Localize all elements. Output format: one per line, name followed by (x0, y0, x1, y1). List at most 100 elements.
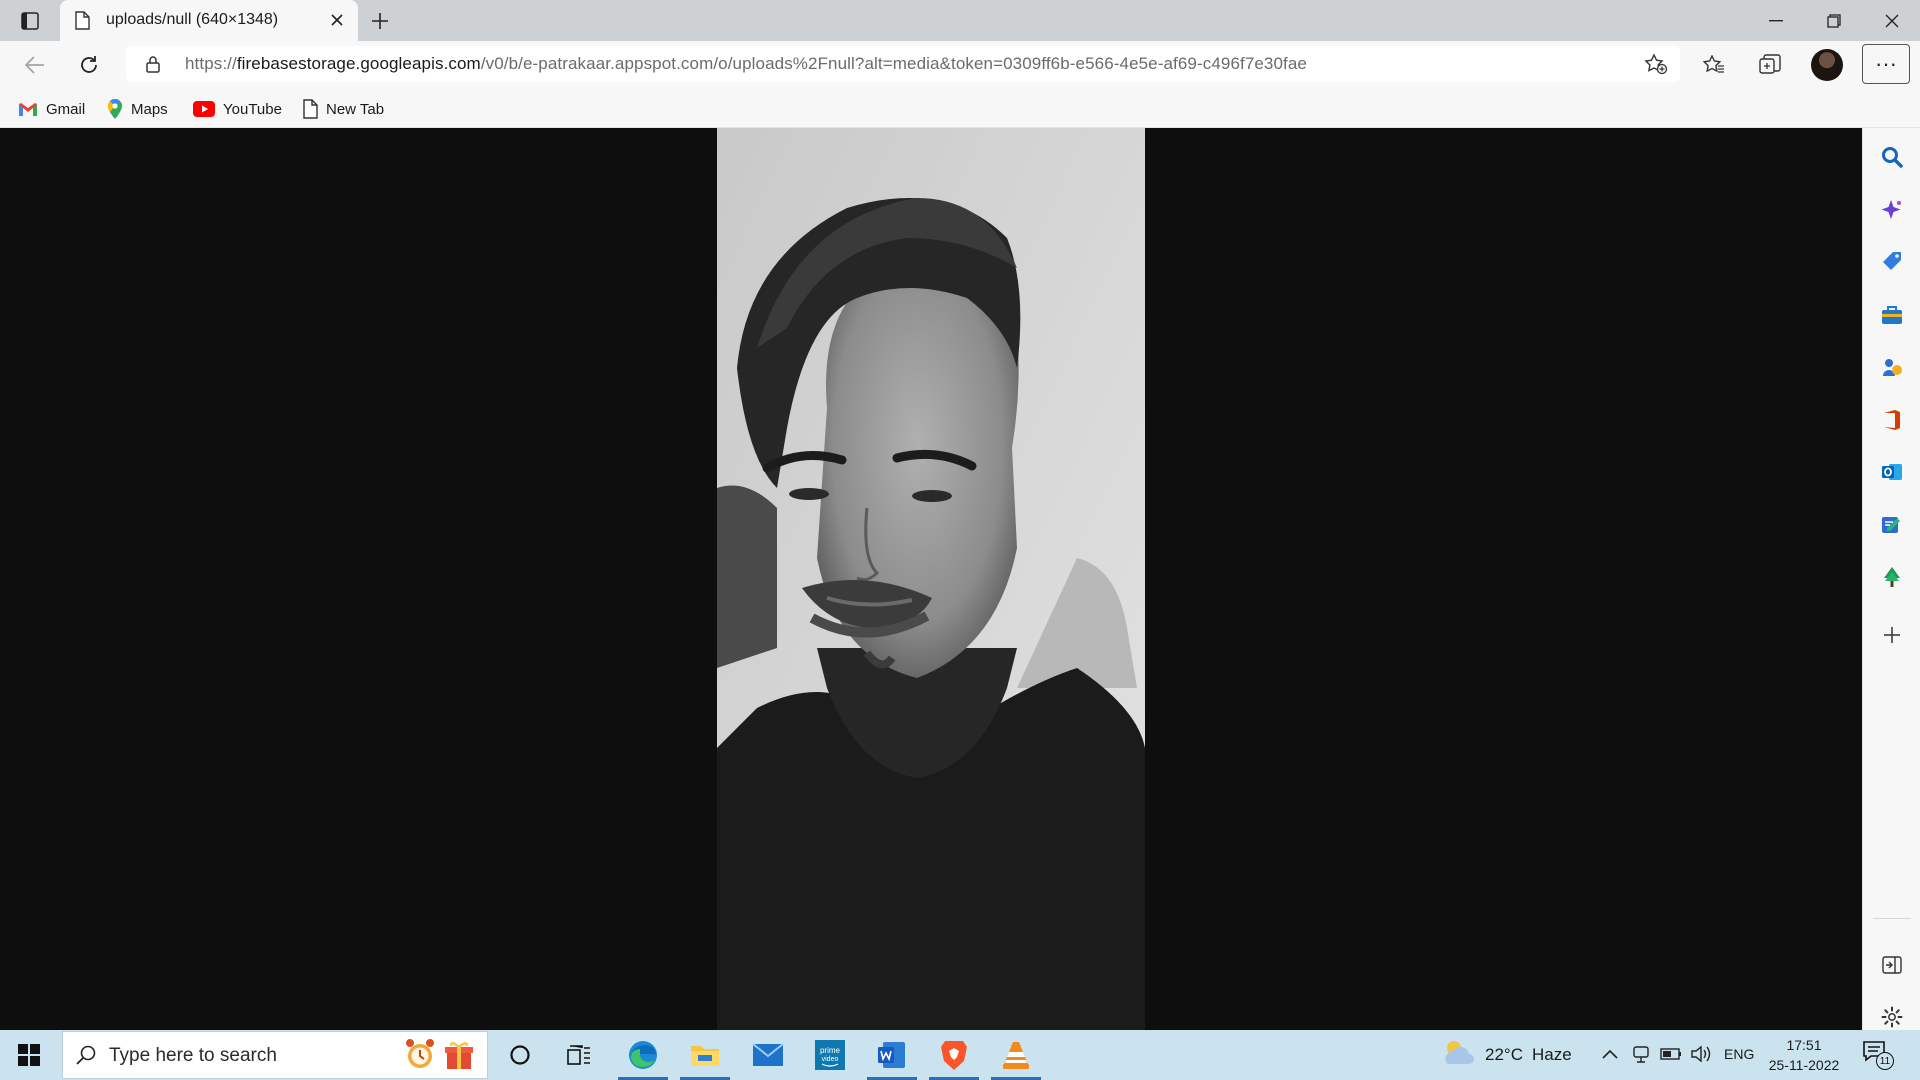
star-add-icon (1644, 53, 1668, 75)
sidebar-add-button[interactable] (1875, 618, 1909, 652)
collapse-sidebar-icon (1882, 956, 1902, 974)
add-icon (1884, 627, 1900, 643)
weather-haze-icon (1445, 1041, 1474, 1064)
tab-close-button[interactable] (326, 9, 348, 31)
refresh-button[interactable] (72, 48, 106, 82)
add-favorite-button[interactable] (1644, 53, 1668, 80)
taskbar-prime-video[interactable]: prime video (801, 1030, 859, 1080)
chevron-up-icon[interactable] (1602, 1048, 1618, 1060)
windows-taskbar: Type here to search prime video 22°C Haze… (0, 1030, 1920, 1080)
taskbar-search-box[interactable]: Type here to search (62, 1031, 488, 1079)
outlook-icon (1882, 464, 1902, 480)
settings-more-button[interactable]: ··· (1862, 44, 1910, 84)
sidebar-settings-button[interactable] (1875, 1000, 1909, 1034)
restore-button[interactable] (1806, 0, 1862, 41)
tab-actions-icon (21, 12, 39, 30)
taskbar-vlc[interactable] (987, 1030, 1045, 1080)
gmail-icon (19, 102, 37, 116)
browser-titlebar: uploads/null (640×1348) (0, 0, 1920, 41)
windows-logo-icon (18, 1044, 40, 1066)
brave-icon (941, 1041, 967, 1070)
cortana-icon (510, 1045, 530, 1065)
close-icon (1885, 14, 1899, 27)
tab-actions-button[interactable] (12, 6, 48, 36)
edge-icon (629, 1041, 657, 1069)
taskbar-file-explorer[interactable] (676, 1030, 734, 1080)
close-icon (331, 14, 343, 26)
url-path: /v0/b/e-patrakaar.appspot.com/o/uploads%… (480, 54, 1307, 73)
maps-icon (107, 98, 122, 119)
collections-icon (1759, 54, 1781, 74)
weather-temperature[interactable]: 22°C (1485, 1045, 1523, 1065)
taskbar-word[interactable] (863, 1030, 921, 1080)
notification-count: 11 (1876, 1052, 1894, 1070)
drop-icon (1882, 517, 1900, 533)
sidebar-tools-button[interactable] (1875, 298, 1909, 332)
back-button[interactable] (18, 48, 52, 82)
language-indicator[interactable]: ENG (1724, 1046, 1754, 1062)
profile-avatar[interactable] (1811, 49, 1843, 81)
browser-toolbar: https://firebasestorage.googleapis.com/v… (0, 41, 1920, 88)
svg-text:video: video (822, 1056, 839, 1063)
volume-icon[interactable] (1690, 1044, 1712, 1064)
portrait-image[interactable] (717, 128, 1145, 1030)
sidebar-search-button[interactable] (1875, 140, 1909, 174)
favorites-button[interactable] (1697, 48, 1731, 82)
tree-icon (1884, 567, 1900, 587)
system-clock[interactable]: 17:51 25-11-2022 (1764, 1035, 1844, 1075)
taskbar-brave[interactable] (925, 1030, 983, 1080)
mail-icon (752, 1043, 784, 1066)
browser-tab[interactable]: uploads/null (640×1348) (60, 0, 358, 41)
favorite-maps[interactable]: Maps (107, 97, 168, 121)
sidebar-discover-button[interactable] (1875, 193, 1909, 227)
gift-icon (445, 1042, 473, 1069)
svg-text:prime: prime (820, 1046, 841, 1055)
office-icon (1884, 410, 1900, 430)
sidebar-shopping-button[interactable] (1875, 245, 1909, 279)
weather-condition[interactable]: Haze (1532, 1045, 1572, 1065)
close-window-button[interactable] (1864, 0, 1920, 41)
page-icon (303, 99, 318, 119)
taskbar-edge[interactable] (614, 1030, 672, 1080)
sidebar-office-button[interactable] (1875, 403, 1909, 437)
task-view-icon (567, 1045, 590, 1065)
task-view-button[interactable] (550, 1030, 608, 1080)
tag-icon (1883, 252, 1901, 270)
alarm-clock-icon (406, 1039, 434, 1068)
briefcase-icon (1882, 306, 1902, 324)
edge-sidebar (1862, 128, 1920, 1030)
page-icon (75, 11, 90, 30)
address-bar[interactable]: https://firebasestorage.googleapis.com/v… (126, 46, 1680, 82)
cortana-button[interactable] (491, 1030, 549, 1080)
taskbar-mail[interactable] (739, 1030, 797, 1080)
back-arrow-icon (25, 56, 44, 74)
collections-button[interactable] (1753, 48, 1787, 82)
sidebar-divider (1873, 918, 1911, 919)
url-text[interactable]: https://firebasestorage.googleapis.com/v… (185, 54, 1307, 74)
sidebar-tree-button[interactable] (1875, 560, 1909, 594)
sidebar-games-button[interactable] (1875, 350, 1909, 384)
sidebar-outlook-button[interactable] (1875, 455, 1909, 489)
minimize-icon (1769, 19, 1783, 21)
games-icon (1883, 359, 1902, 376)
favorite-gmail[interactable]: Gmail (18, 97, 85, 121)
search-placeholder: Type here to search (109, 1045, 277, 1066)
minimize-button[interactable] (1748, 0, 1804, 41)
lock-icon (146, 56, 160, 73)
favorites-icon (1703, 55, 1724, 73)
favorite-new-tab[interactable]: New Tab (302, 97, 384, 121)
meet-now-icon[interactable] (1632, 1045, 1650, 1065)
battery-icon[interactable] (1660, 1047, 1682, 1061)
favorite-label: New Tab (326, 100, 385, 118)
settings-icon (1881, 1006, 1903, 1028)
start-button[interactable] (0, 1030, 58, 1080)
sidebar-collapse-button[interactable] (1875, 948, 1909, 982)
sidebar-drop-button[interactable] (1875, 508, 1909, 542)
favorite-youtube[interactable]: YouTube (193, 97, 282, 121)
vlc-icon (1003, 1042, 1029, 1069)
notifications-button[interactable]: 11 (1862, 1040, 1896, 1070)
favorite-label: YouTube (223, 100, 282, 118)
sparkle-icon (1881, 200, 1901, 219)
restore-icon (1827, 13, 1841, 28)
new-tab-button[interactable] (364, 6, 396, 36)
